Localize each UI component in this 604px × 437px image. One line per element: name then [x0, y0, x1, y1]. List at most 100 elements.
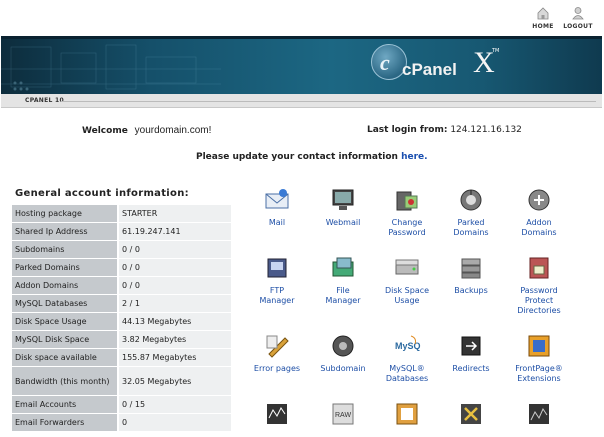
table-row: Parked Domains 0 / 0 — [12, 259, 231, 276]
info-key: Addon Domains — [12, 277, 119, 294]
icon-label-line: Subdomain — [320, 364, 366, 373]
addon-domains-link[interactable]: Addon Domains — [506, 186, 572, 238]
icon-label-line: Change — [391, 218, 423, 227]
icon-label-line: File — [336, 286, 350, 295]
subdomain-link[interactable]: Subdomain — [310, 332, 376, 374]
breadcrumb[interactable]: CPANEL 10 — [25, 97, 64, 104]
home-icon — [537, 7, 549, 20]
icon-label: Disk Space Usage — [374, 286, 440, 306]
top-navigation: HOME LOGOUT — [0, 0, 604, 36]
icon-label: Password Protect Directories — [506, 286, 572, 316]
frontpage-icon — [528, 335, 550, 357]
update-contact-link[interactable]: here. — [401, 152, 427, 162]
mail-link[interactable]: Mail — [244, 186, 310, 228]
info-value: 61.19.247.141 — [119, 223, 231, 240]
icon-label: Subdomain — [310, 364, 376, 374]
user-logout-icon — [572, 7, 584, 20]
info-key: MySQL Disk Space — [12, 331, 119, 348]
info-key: Disk Space Usage — [12, 313, 119, 330]
icon-label-line: FrontPage® — [515, 364, 563, 373]
info-value: 0 / 0 — [119, 241, 231, 258]
password-protect-link[interactable]: Password Protect Directories — [506, 254, 572, 316]
icon-label-line: Directories — [517, 306, 561, 315]
icon-label-line: Databases — [385, 374, 429, 383]
info-key: Bandwidth (this month) — [12, 367, 119, 395]
account-info-heading: General account information: — [15, 188, 189, 199]
icon-label-line: FTP — [269, 286, 285, 295]
icon-label: Redirects — [438, 364, 504, 374]
welcome-message: Welcome yourdomain.com! — [82, 125, 211, 136]
icon-label: File Manager — [310, 286, 376, 306]
cpanel-logo-glyph: c — [380, 50, 390, 75]
icon-label: Mail — [244, 218, 310, 228]
svg-text:RAW: RAW — [335, 412, 351, 419]
log-archive-link[interactable] — [374, 400, 440, 432]
logout-link[interactable]: LOGOUT — [558, 6, 598, 30]
info-value: 3.82 Megabytes — [119, 331, 231, 348]
subdomain-icon — [332, 335, 354, 357]
backups-link[interactable]: Backups — [438, 254, 504, 296]
table-row: MySQL Disk Space 3.82 Megabytes — [12, 331, 231, 348]
info-value: 2 / 1 — [119, 295, 231, 312]
icon-label-line: Backups — [454, 286, 488, 295]
icon-label: MySQL® Databases — [374, 364, 440, 384]
redirects-icon — [461, 336, 481, 356]
info-key: Hosting package — [12, 205, 119, 222]
breadcrumb-divider — [61, 101, 596, 102]
table-row: Shared Ip Address 61.19.247.141 — [12, 223, 231, 240]
frontpage-link[interactable]: FrontPage® Extensions — [506, 332, 572, 384]
icon-label-line: Disk Space — [384, 286, 430, 295]
svg-text:MySQL: MySQL — [395, 341, 421, 351]
info-key: MySQL Databases — [12, 295, 119, 312]
update-contact-text: Please update your contact information — [196, 152, 402, 162]
stats-icon — [267, 404, 287, 424]
home-link[interactable]: HOME — [523, 6, 563, 30]
raw-log-link[interactable]: RAW — [310, 400, 376, 432]
error-pages-icon — [266, 335, 289, 358]
icon-label-line: Password — [388, 228, 426, 237]
table-row: MySQL Databases 2 / 1 — [12, 295, 231, 312]
icon-label-line: Manager — [259, 296, 295, 305]
webalizer-link[interactable] — [506, 400, 572, 432]
parked-domains-link[interactable]: Parked Domains — [438, 186, 504, 238]
last-login-label: Last login from: — [367, 125, 448, 135]
header-banner: c cPanel X TM — [1, 36, 602, 94]
disk-space-link[interactable]: Disk Space Usage — [374, 254, 440, 306]
icon-label-line: Extensions — [517, 374, 561, 383]
icon-label-line: Error pages — [253, 364, 301, 373]
stats-link[interactable] — [244, 400, 310, 432]
home-label: HOME — [532, 23, 554, 30]
cpanel-logo-tm: TM — [492, 48, 500, 54]
info-value: 32.05 Megabytes — [119, 367, 231, 395]
banner-grid-decoration — [1, 44, 221, 91]
info-value: 44.13 Megabytes — [119, 313, 231, 330]
info-key: Shared Ip Address — [12, 223, 119, 240]
icon-label: Backups — [438, 286, 504, 296]
icon-label: FrontPage® Extensions — [506, 364, 572, 384]
info-key: Subdomains — [12, 241, 119, 258]
icon-label-line: Domains — [521, 228, 557, 237]
addon-domains-icon — [528, 189, 550, 211]
last-login: Last login from: 124.121.16.132 — [367, 125, 522, 135]
table-row: Email Accounts 0 / 15 — [12, 396, 231, 413]
error-pages-link[interactable]: Error pages — [244, 332, 310, 374]
icon-label-line: Manager — [325, 296, 361, 305]
change-password-link[interactable]: Change Password — [374, 186, 440, 238]
log-archive-icon — [396, 403, 418, 425]
table-row: Bandwidth (this month) 32.05 Megabytes — [12, 367, 231, 395]
redirects-link[interactable]: Redirects — [438, 332, 504, 374]
ftp-manager-link[interactable]: FTP Manager — [244, 254, 310, 306]
info-value: 0 / 0 — [119, 277, 231, 294]
icon-label-line: MySQL® — [389, 364, 425, 373]
parked-domains-icon — [460, 189, 482, 211]
disk-space-icon — [395, 259, 419, 275]
file-manager-link[interactable]: File Manager — [310, 254, 376, 306]
webmail-link[interactable]: Webmail — [310, 186, 376, 228]
icon-label: Addon Domains — [506, 218, 572, 238]
table-row: Hosting package STARTER — [12, 205, 231, 222]
icon-label-line: Webmail — [325, 218, 361, 227]
mysql-link[interactable]: MySQL MySQL®Databases — [374, 332, 440, 384]
mysql-icon: MySQL — [395, 335, 421, 351]
password-protect-icon — [529, 257, 549, 279]
error-log-link[interactable] — [438, 400, 504, 432]
